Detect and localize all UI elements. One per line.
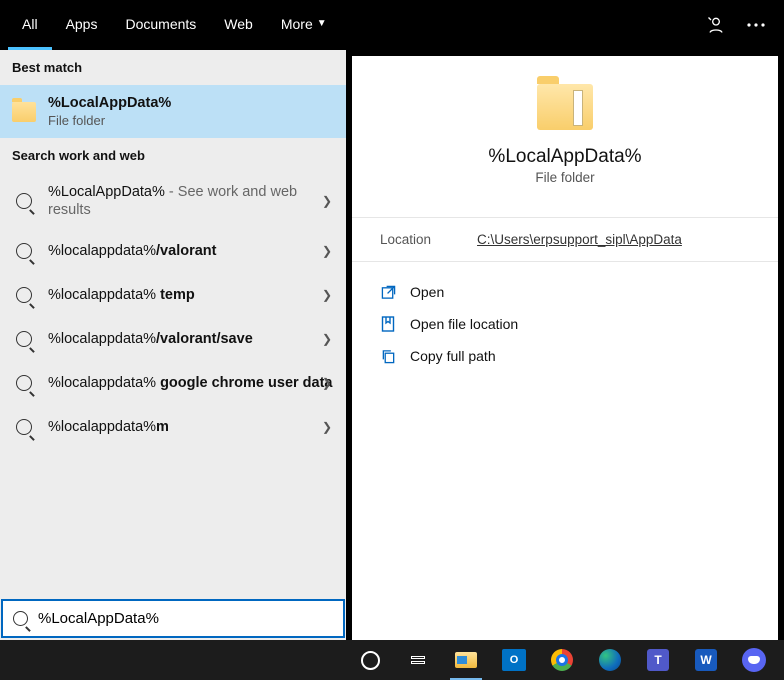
suggestion-bold: /valorant: [156, 243, 216, 259]
search-icon: [16, 287, 32, 303]
chevron-right-icon[interactable]: ❯: [322, 244, 332, 258]
chevron-right-icon[interactable]: ❯: [322, 420, 332, 434]
edge-icon: [599, 649, 621, 671]
search-web-header: Search work and web: [0, 138, 346, 173]
teams-icon: T: [647, 649, 669, 671]
discord-icon: [742, 648, 766, 672]
open-location-icon: [380, 316, 396, 332]
copy-path-icon: [380, 348, 396, 364]
suggestion-prefix: %localappdata%: [48, 287, 160, 303]
chrome-icon: [551, 649, 573, 671]
tab-apps[interactable]: Apps: [52, 0, 112, 50]
taskbar-discord[interactable]: [732, 640, 776, 680]
suggestion-prefix: %LocalAppData%: [48, 184, 165, 200]
folder-icon: [12, 102, 36, 122]
preview-subtitle: File folder: [535, 170, 594, 185]
taskbar-chrome[interactable]: [540, 640, 584, 680]
taskbar-outlook[interactable]: O: [492, 640, 536, 680]
chevron-right-icon[interactable]: ❯: [322, 194, 332, 208]
suggestion-prefix: %localappdata%: [48, 243, 156, 259]
tab-documents[interactable]: Documents: [111, 0, 210, 50]
web-suggestion[interactable]: %localappdata%m ❯: [0, 405, 346, 449]
search-icon: [16, 419, 32, 435]
tab-label: More: [281, 16, 313, 32]
feedback-icon[interactable]: [696, 5, 736, 45]
search-icon: [13, 611, 28, 626]
search-icon: [16, 193, 32, 209]
location-label: Location: [380, 232, 431, 247]
taskview-icon: [411, 656, 425, 664]
taskbar-explorer[interactable]: [444, 640, 488, 680]
tab-label: All: [22, 16, 38, 32]
suggestion-bold: temp: [160, 287, 195, 303]
suggestion-prefix: %localappdata%: [48, 331, 156, 347]
best-match-header: Best match: [0, 50, 346, 85]
outlook-icon: O: [502, 649, 526, 671]
suggestion-prefix: %localappdata%: [48, 419, 156, 435]
search-icon: [16, 331, 32, 347]
caret-down-icon: ▼: [317, 18, 327, 29]
web-suggestion[interactable]: %localappdata%/valorant ❯: [0, 229, 346, 273]
search-input[interactable]: [38, 610, 333, 627]
action-copy-path[interactable]: Copy full path: [380, 340, 750, 372]
tab-all[interactable]: All: [8, 0, 52, 50]
preview-title: %LocalAppData%: [488, 146, 641, 168]
open-icon: [380, 284, 396, 300]
chevron-right-icon[interactable]: ❯: [322, 376, 332, 390]
search-icon: [16, 375, 32, 391]
web-suggestion[interactable]: %LocalAppData% - See work and web result…: [0, 173, 346, 229]
action-label: Open file location: [410, 316, 518, 332]
word-icon: W: [695, 649, 717, 671]
results-pane: Best match %LocalAppData% File folder Se…: [0, 50, 346, 640]
best-match-result[interactable]: %LocalAppData% File folder: [0, 85, 346, 138]
action-label: Open: [410, 284, 444, 300]
taskbar-teams[interactable]: T: [636, 640, 680, 680]
taskbar-taskview[interactable]: [396, 640, 440, 680]
cortana-icon: [361, 651, 380, 670]
result-title: %LocalAppData%: [48, 95, 334, 111]
action-open[interactable]: Open: [380, 276, 750, 308]
tab-more[interactable]: More ▼: [267, 0, 341, 50]
tab-label: Apps: [66, 16, 98, 32]
folder-icon: [537, 84, 593, 130]
web-suggestion[interactable]: %localappdata% temp ❯: [0, 273, 346, 317]
web-suggestion[interactable]: %localappdata% google chrome user data ❯: [0, 361, 346, 405]
tab-web[interactable]: Web: [210, 0, 267, 50]
suggestion-prefix: %localappdata%: [48, 375, 160, 391]
location-link[interactable]: C:\Users\erpsupport_sipl\AppData: [477, 232, 682, 247]
web-suggestion[interactable]: %localappdata%/valorant/save ❯: [0, 317, 346, 361]
result-subtitle: File folder: [48, 113, 334, 128]
suggestion-bold: /valorant/save: [156, 331, 253, 347]
suggestion-bold: google chrome user data: [160, 375, 332, 391]
tab-label: Web: [224, 16, 253, 32]
action-open-location[interactable]: Open file location: [380, 308, 750, 340]
preview-pane: %LocalAppData% File folder Location C:\U…: [352, 56, 778, 640]
tab-label: Documents: [125, 16, 196, 32]
action-label: Copy full path: [410, 348, 496, 364]
file-explorer-icon: [455, 652, 477, 668]
taskbar-edge[interactable]: [588, 640, 632, 680]
search-filter-tabs: All Apps Documents Web More ▼: [0, 0, 784, 50]
search-box[interactable]: [1, 599, 345, 638]
taskbar-cortana[interactable]: [348, 640, 392, 680]
options-icon[interactable]: [736, 5, 776, 45]
taskbar: O T W: [0, 640, 784, 680]
search-icon: [16, 243, 32, 259]
suggestion-bold: m: [156, 419, 169, 435]
chevron-right-icon[interactable]: ❯: [322, 288, 332, 302]
taskbar-word[interactable]: W: [684, 640, 728, 680]
chevron-right-icon[interactable]: ❯: [322, 332, 332, 346]
